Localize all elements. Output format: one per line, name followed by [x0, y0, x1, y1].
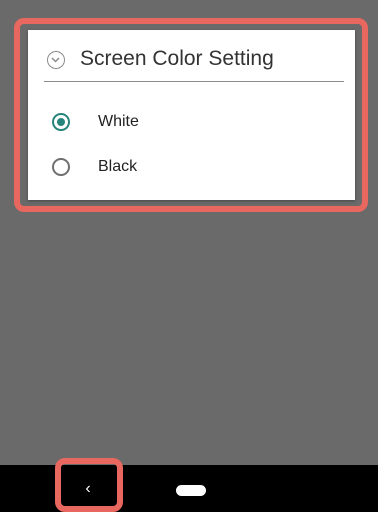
- back-icon[interactable]: ‹: [75, 478, 101, 500]
- option-white[interactable]: White: [28, 102, 355, 144]
- radio-black-unselected[interactable]: [52, 158, 70, 176]
- option-black[interactable]: Black: [28, 147, 355, 189]
- status-bar: [0, 0, 378, 12]
- dialog-header: Screen Color Setting: [28, 30, 355, 82]
- option-black-label: Black: [98, 158, 138, 175]
- title-divider: [44, 81, 344, 82]
- chevron-down-circle-icon: [47, 51, 65, 69]
- option-white-label: White: [98, 113, 139, 130]
- screen-color-dialog: Screen Color Setting White Black: [28, 30, 355, 200]
- radio-white-selected[interactable]: [52, 113, 70, 131]
- home-pill-icon[interactable]: [176, 485, 206, 496]
- dialog-title: Screen Color Setting: [80, 47, 274, 70]
